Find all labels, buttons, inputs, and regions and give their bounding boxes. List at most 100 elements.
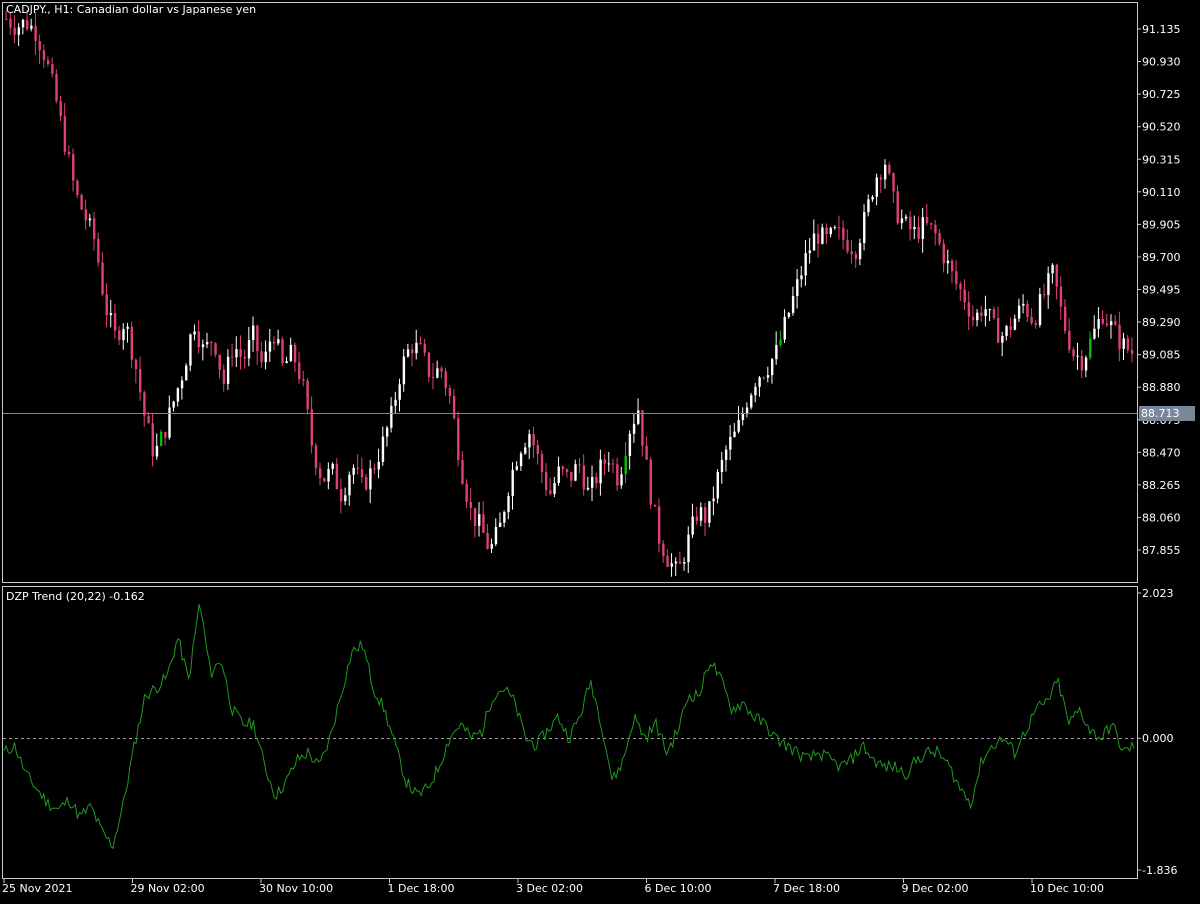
candle-body bbox=[1076, 355, 1079, 357]
candle-body bbox=[118, 330, 121, 340]
current-price-tag: 88.713 bbox=[1139, 406, 1195, 421]
candle-body bbox=[770, 359, 774, 376]
candle-body bbox=[465, 483, 468, 502]
candle-body bbox=[1122, 338, 1125, 349]
candle-body bbox=[741, 413, 745, 421]
candle-body bbox=[385, 427, 389, 437]
candle-body bbox=[247, 339, 251, 359]
candle-body bbox=[97, 238, 100, 263]
candle-body bbox=[678, 561, 682, 564]
candle-body bbox=[946, 260, 950, 264]
candle-body bbox=[201, 344, 205, 348]
candle-body bbox=[549, 490, 552, 494]
candle-body bbox=[934, 224, 937, 234]
time-tick-label: 3 Dec 02:00 bbox=[516, 882, 583, 895]
candle-body bbox=[239, 349, 242, 357]
candle-body bbox=[511, 469, 514, 497]
candle-body bbox=[695, 516, 699, 521]
candle-body bbox=[105, 294, 108, 316]
chart-window[interactable]: 91.135 90.930 90.725 90.520 90.315 90.110 89.9… bbox=[0, 0, 1200, 900]
candle-body bbox=[796, 279, 799, 297]
candle-body bbox=[586, 487, 590, 490]
candle-body bbox=[657, 506, 661, 544]
candle-body bbox=[1089, 338, 1092, 358]
candle-body bbox=[620, 474, 623, 486]
candle-body bbox=[159, 431, 163, 446]
candle-body bbox=[879, 177, 883, 180]
price-tick-label: 91.135 bbox=[1142, 23, 1181, 36]
candle-body bbox=[1093, 328, 1096, 339]
candle-body bbox=[473, 507, 477, 526]
candle-body bbox=[88, 218, 92, 221]
candle-body bbox=[314, 445, 318, 469]
candle-body bbox=[252, 325, 255, 340]
candle-body bbox=[431, 377, 435, 379]
candle-body bbox=[452, 395, 456, 419]
candle-body bbox=[662, 543, 665, 557]
candle-body bbox=[51, 64, 54, 74]
candle-body bbox=[842, 228, 845, 240]
candle-body bbox=[444, 371, 447, 389]
candle-body bbox=[503, 512, 506, 523]
candle-body bbox=[264, 351, 267, 363]
candle-body bbox=[645, 445, 648, 460]
price-tick-label: 89.495 bbox=[1142, 284, 1181, 297]
candle-body bbox=[724, 449, 728, 460]
candle-body bbox=[92, 218, 96, 239]
indicator-title: DZP Trend (20,22) -0.162 bbox=[6, 590, 145, 603]
candle-body bbox=[745, 407, 749, 414]
candle-body bbox=[360, 469, 364, 477]
candle-body bbox=[76, 180, 79, 195]
candle-body bbox=[55, 73, 58, 102]
price-tick-label: 90.930 bbox=[1142, 56, 1181, 69]
candle-body bbox=[277, 339, 280, 344]
candle-body bbox=[599, 459, 602, 484]
candle-body bbox=[406, 349, 410, 357]
candle-body bbox=[595, 476, 598, 484]
candle-body bbox=[729, 436, 732, 450]
candle-body bbox=[955, 271, 958, 284]
candle-body bbox=[787, 312, 791, 317]
candle-body bbox=[1030, 316, 1033, 324]
candle-body bbox=[1038, 294, 1042, 325]
candle-body bbox=[854, 254, 858, 260]
candle-body bbox=[498, 522, 502, 527]
time-tick-label: 10 Dec 10:00 bbox=[1030, 882, 1104, 895]
candle-body bbox=[913, 226, 916, 230]
candle-body bbox=[176, 388, 180, 402]
indicator-tick-label: -1.836 bbox=[1142, 864, 1177, 877]
candle-body bbox=[1009, 326, 1012, 330]
candle-body bbox=[482, 514, 485, 533]
candle-body bbox=[754, 386, 757, 396]
price-tick-label: 90.520 bbox=[1142, 121, 1181, 134]
candle-body bbox=[323, 478, 326, 482]
candle-body bbox=[109, 313, 113, 316]
time-axis[interactable]: 25 Nov 2021 29 Nov 02:00 30 Nov 10:00 1 Dec… bbox=[2, 879, 1104, 895]
candle-body bbox=[553, 482, 556, 494]
candle-body bbox=[143, 392, 146, 416]
candle-body bbox=[561, 466, 565, 470]
chart-canvas[interactable]: 91.135 90.930 90.725 90.520 90.315 90.110 89.9… bbox=[0, 0, 1200, 900]
candle-body bbox=[637, 410, 640, 424]
candle-body bbox=[917, 226, 920, 239]
candle-body bbox=[1001, 335, 1004, 343]
time-tick-label: 9 Dec 02:00 bbox=[902, 882, 969, 895]
price-tick-label: 90.110 bbox=[1142, 186, 1181, 199]
candle-body bbox=[896, 191, 899, 224]
candle-body bbox=[193, 331, 196, 335]
candle-body bbox=[607, 463, 611, 465]
candle-body bbox=[733, 431, 736, 437]
candle-body bbox=[298, 362, 301, 380]
candle-body bbox=[272, 341, 276, 344]
candle-body bbox=[101, 262, 104, 295]
candle-body bbox=[1130, 349, 1134, 354]
candle-body bbox=[327, 468, 330, 482]
time-tick-label: 25 Nov 2021 bbox=[2, 882, 72, 895]
candle-body bbox=[21, 19, 25, 28]
candle-body bbox=[59, 101, 62, 117]
candle-body bbox=[883, 164, 887, 180]
candle-body bbox=[704, 507, 707, 523]
candle-body bbox=[318, 468, 322, 479]
candle-body bbox=[683, 562, 686, 564]
candle-body bbox=[582, 465, 586, 490]
